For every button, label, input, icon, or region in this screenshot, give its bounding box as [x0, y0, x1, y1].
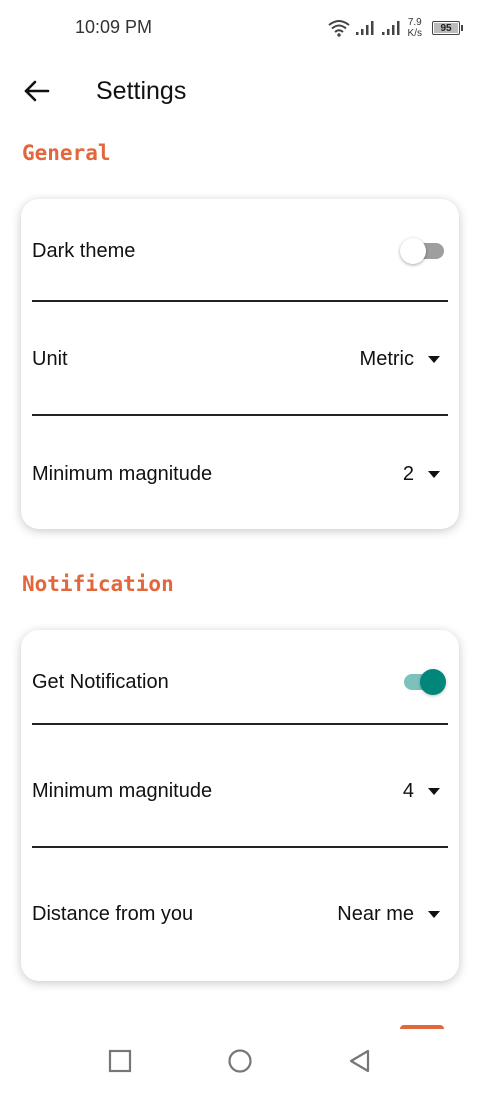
divider: [32, 414, 448, 416]
get-notification-label: Get Notification: [32, 670, 169, 693]
general-card: Dark theme Unit Metric Minimum magnitude…: [21, 199, 459, 529]
divider: [32, 723, 448, 725]
unit-label: Unit: [32, 347, 68, 370]
network-speed: 7.9 K/s: [408, 17, 422, 39]
get-notification-toggle[interactable]: [400, 668, 446, 696]
arrow-left-icon[interactable]: [22, 76, 52, 106]
triangle-back-icon[interactable]: [347, 1048, 373, 1074]
distance-label: Distance from you: [32, 902, 194, 925]
get-notification-row[interactable]: Get Notification: [32, 660, 448, 704]
section-header-notification: Notification: [22, 572, 174, 596]
page-title: Settings: [96, 77, 187, 105]
status-time: 10:09 PM: [75, 17, 153, 37]
dark-theme-toggle[interactable]: [400, 237, 446, 265]
wifi-icon: [327, 20, 350, 37]
distance-value: Near me: [337, 902, 414, 925]
battery-icon: 95: [432, 21, 463, 35]
unit-value: Metric: [359, 347, 414, 370]
notification-min-magnitude-row[interactable]: Minimum magnitude 4: [32, 769, 448, 813]
section-header-general: General: [22, 141, 111, 165]
dark-theme-row[interactable]: Dark theme: [32, 229, 448, 273]
notification-min-magnitude-value: 4: [402, 779, 414, 802]
signal-icon-2: [381, 21, 400, 35]
status-icons: 7.9 K/s 95: [327, 14, 463, 42]
distance-dropdown[interactable]: Near me: [337, 903, 448, 926]
min-magnitude-dropdown[interactable]: 2: [403, 463, 448, 486]
divider: [32, 846, 448, 848]
net-speed-unit: K/s: [407, 28, 422, 39]
divider: [32, 300, 448, 302]
battery-level: 95: [440, 22, 452, 34]
floating-action-button[interactable]: [400, 1025, 444, 1029]
caret-down-icon: [428, 355, 440, 363]
square-icon[interactable]: [107, 1048, 133, 1074]
signal-icon: [355, 21, 374, 35]
caret-down-icon: [428, 787, 440, 795]
unit-row[interactable]: Unit Metric: [32, 337, 448, 381]
notification-min-magnitude-label: Minimum magnitude: [32, 779, 213, 802]
status-bar: 10:09 PM 7.9 K/s 95: [0, 0, 480, 56]
app-bar: Settings: [0, 56, 480, 128]
caret-down-icon: [428, 910, 440, 918]
system-nav-bar: [0, 1030, 480, 1093]
net-speed-value: 7.9: [407, 17, 422, 28]
unit-dropdown[interactable]: Metric: [360, 348, 448, 371]
min-magnitude-value: 2: [402, 462, 414, 485]
notification-card: Get Notification Minimum magnitude 4 Dis…: [21, 630, 459, 981]
min-magnitude-row[interactable]: Minimum magnitude 2: [32, 452, 448, 496]
distance-row[interactable]: Distance from you Near me: [32, 892, 448, 936]
min-magnitude-label: Minimum magnitude: [32, 462, 213, 485]
circle-icon[interactable]: [227, 1048, 253, 1074]
caret-down-icon: [428, 470, 440, 478]
dark-theme-label: Dark theme: [32, 239, 136, 262]
notification-min-magnitude-dropdown[interactable]: 4: [403, 780, 448, 803]
